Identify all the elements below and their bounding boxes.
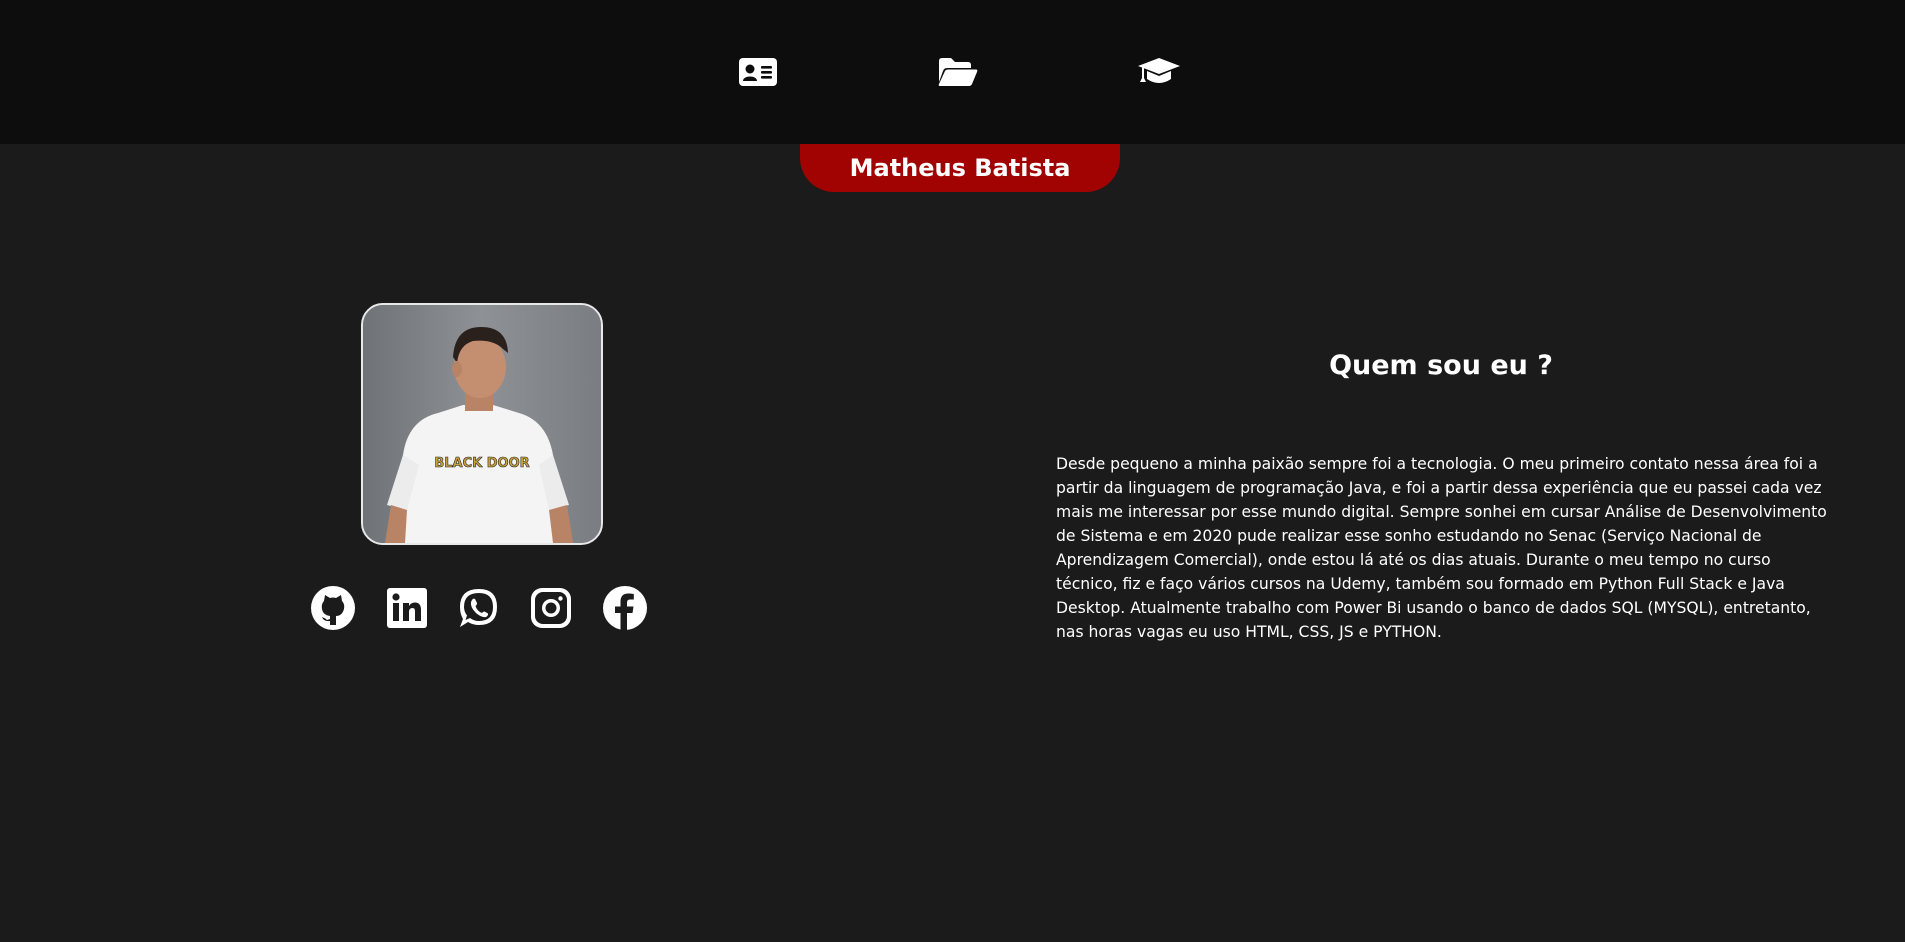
svg-text:BLACK DOOR: BLACK DOOR xyxy=(434,456,529,471)
about-title: Quem sou eu ? xyxy=(1329,350,1553,381)
linkedin-link[interactable] xyxy=(383,584,431,632)
linkedin-icon xyxy=(387,588,427,628)
instagram-icon xyxy=(531,588,571,628)
github-icon xyxy=(311,586,355,630)
nav-projects-button[interactable] xyxy=(936,50,980,94)
github-link[interactable] xyxy=(309,584,357,632)
instagram-link[interactable] xyxy=(527,584,575,632)
top-navigation-bar xyxy=(0,0,1905,144)
folder-open-icon xyxy=(938,58,978,86)
whatsapp-link[interactable] xyxy=(455,584,503,632)
nav-education-button[interactable] xyxy=(1137,50,1181,94)
facebook-link[interactable] xyxy=(601,584,649,632)
about-text: Desde pequeno a minha paixão sempre foi … xyxy=(1056,455,1827,641)
id-card-icon xyxy=(739,58,777,86)
profile-name-tab: Matheus Batista xyxy=(800,144,1120,192)
facebook-icon xyxy=(603,586,647,631)
graduation-cap-icon xyxy=(1138,58,1180,83)
shirt-text: BLACK DOOR xyxy=(433,453,531,471)
social-links xyxy=(309,584,669,634)
nav-about-button[interactable] xyxy=(736,50,780,94)
whatsapp-icon xyxy=(460,589,497,627)
profile-name: Matheus Batista xyxy=(849,154,1071,182)
profile-photo: BLACK DOOR xyxy=(361,303,603,545)
